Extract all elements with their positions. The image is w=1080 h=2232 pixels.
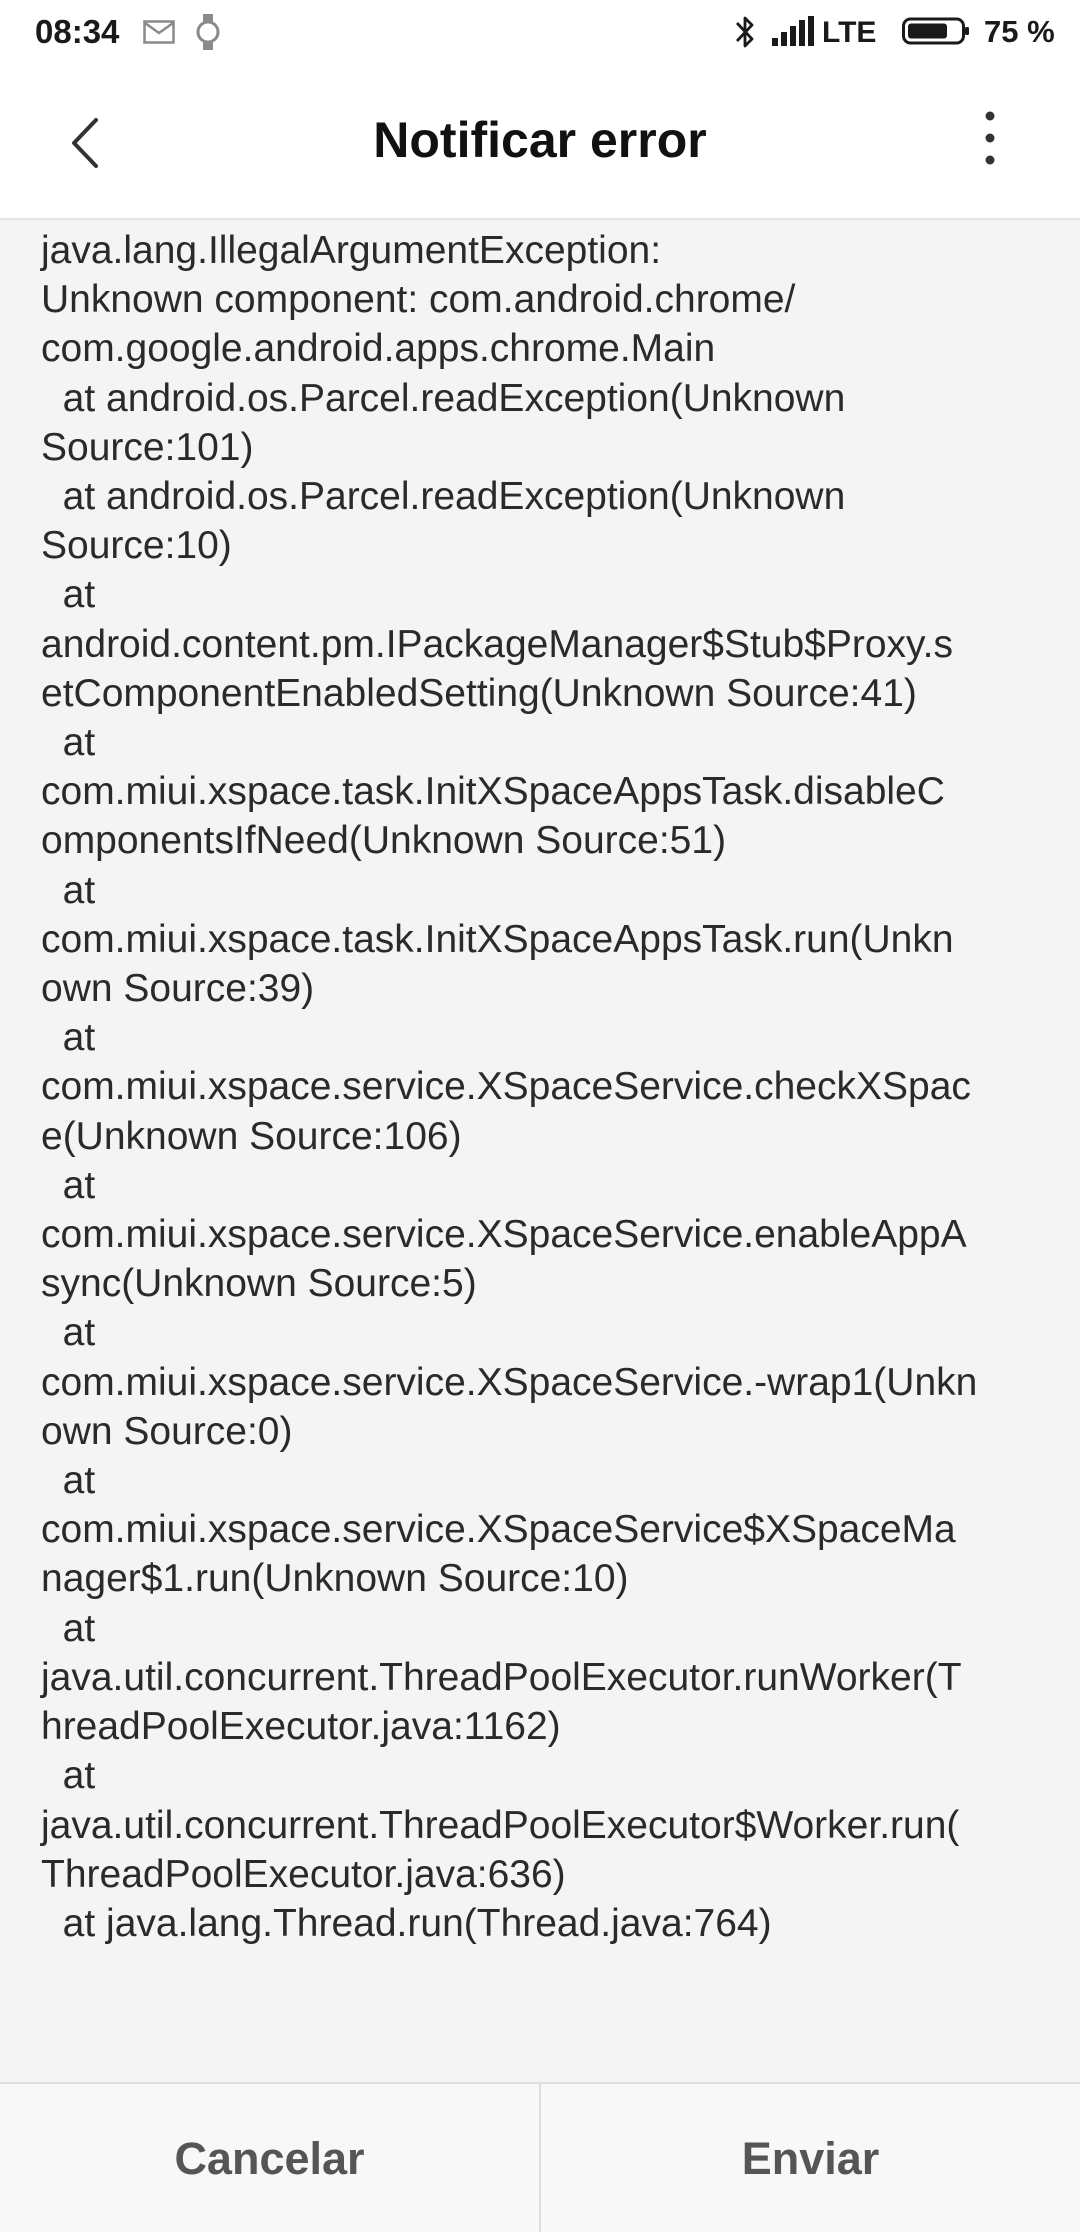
signal-icon <box>772 16 814 46</box>
network-type: LTE <box>822 16 877 49</box>
watch-icon <box>196 14 220 50</box>
status-time: 08:34 <box>35 13 120 50</box>
status-bar: 08:34 LTE 75 % <box>0 0 1080 66</box>
more-vert-icon <box>985 111 995 165</box>
send-button[interactable]: Enviar <box>541 2084 1080 2232</box>
mail-icon <box>143 20 175 44</box>
battery-percentage: 75 % <box>984 14 1055 49</box>
stack-trace-text: java.lang.IllegalArgumentException: Unkn… <box>41 229 978 1945</box>
bluetooth-icon <box>735 16 754 48</box>
page-title: Notificar error <box>373 112 707 168</box>
battery-icon <box>902 17 969 45</box>
app-bar: Notificar error <box>0 66 1080 220</box>
cancel-button[interactable]: Cancelar <box>0 2084 539 2232</box>
error-report-area[interactable]: java.lang.IllegalArgumentException: Unkn… <box>0 220 1080 2082</box>
more-options-button[interactable] <box>964 100 1016 180</box>
action-bar: Cancelar Enviar <box>0 2082 1080 2232</box>
screen: 08:34 LTE 75 % Notificar error java.lang… <box>0 0 1080 2232</box>
